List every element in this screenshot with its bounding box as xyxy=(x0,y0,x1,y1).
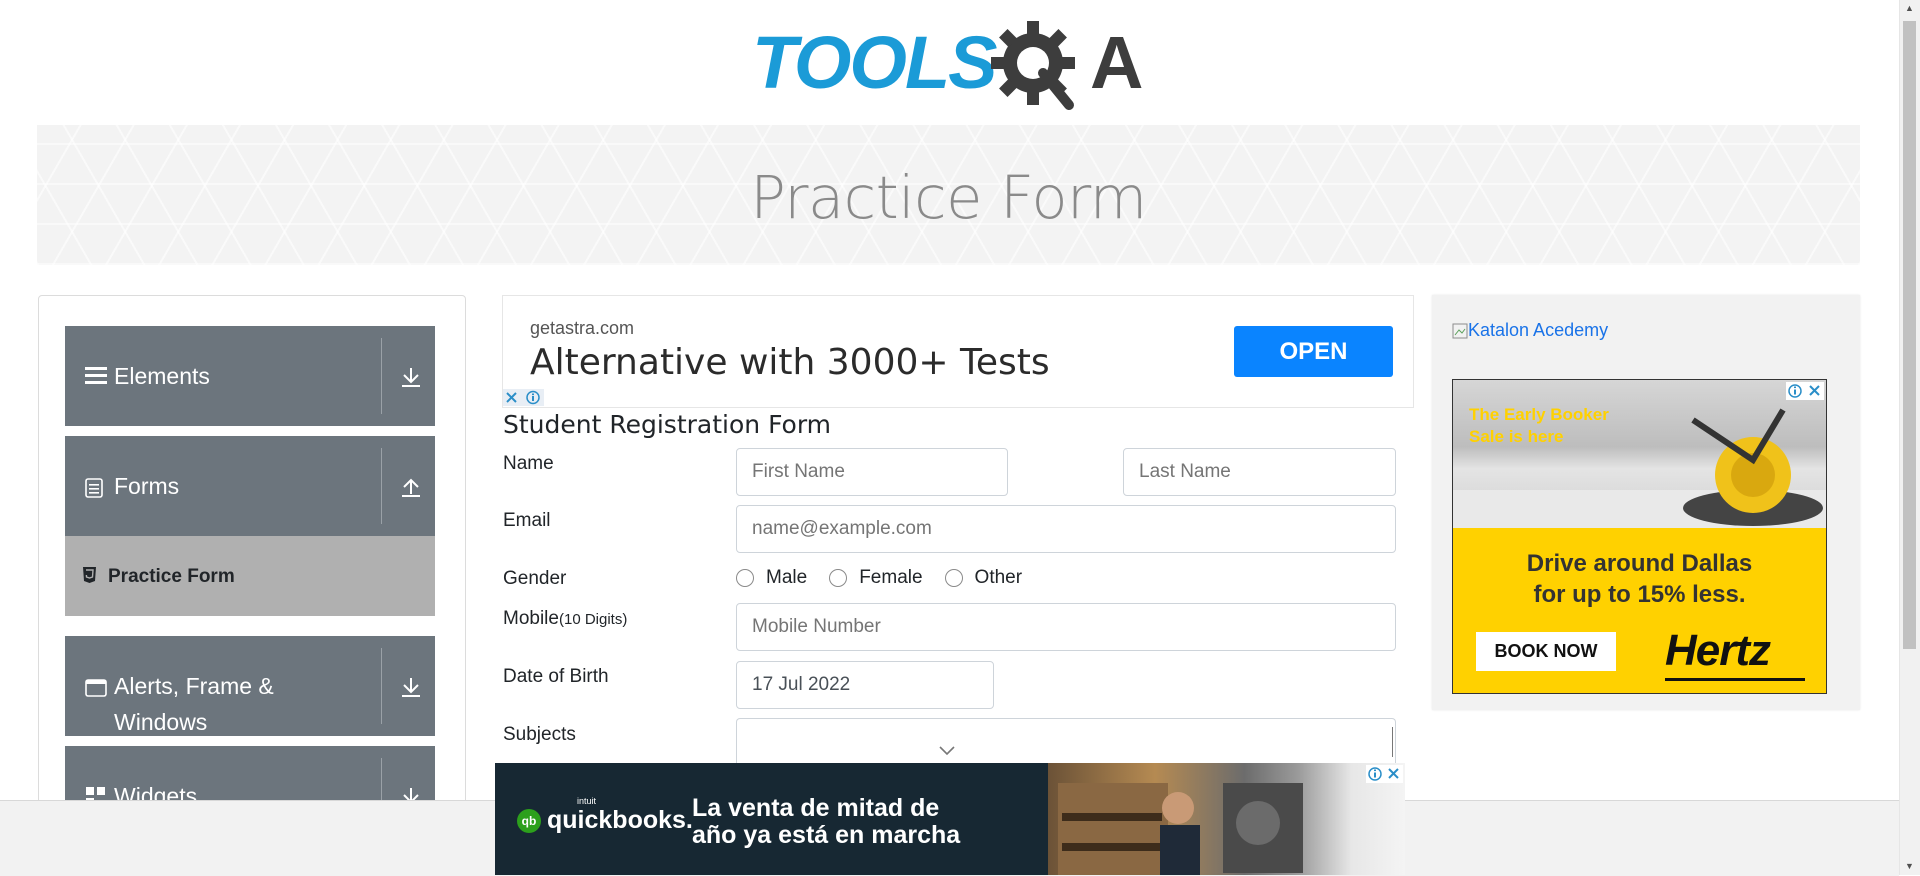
sidebar-group-alerts[interactable]: Alerts, Frame & Windows xyxy=(65,636,435,736)
scrollbar-thumb[interactable] xyxy=(1903,21,1916,649)
radio-circle[interactable] xyxy=(736,569,754,587)
mobile-label: Mobile(10 Digits) xyxy=(503,608,627,630)
divider xyxy=(381,758,382,800)
page-banner: Practice Form xyxy=(37,125,1860,265)
sidebar-item-practice-form[interactable]: Practice Form xyxy=(65,536,435,616)
shop-photo xyxy=(1048,763,1405,875)
sidebar-item-label: Practice Form xyxy=(108,566,235,587)
ad-banner-top[interactable]: getastra.com Alternative with 3000+ Test… xyxy=(502,295,1414,408)
radio-circle[interactable] xyxy=(829,569,848,587)
gender-radio-male[interactable]: Male xyxy=(736,567,807,589)
mobile-label-text: Mobile xyxy=(503,608,559,629)
adchoices-icon[interactable] xyxy=(1366,765,1403,788)
toolsqa-logo[interactable]: TOOLS A TOOLSQA xyxy=(750,18,1155,114)
gender-label: Gender xyxy=(503,568,567,589)
sidebar-group-label: Alerts, Frame & xyxy=(114,673,274,699)
download-arrow-icon xyxy=(400,676,422,703)
hertz-headline: Drive around Dallas for up to 15% less. xyxy=(1453,548,1826,610)
gender-radio-other[interactable]: Other xyxy=(944,567,1023,589)
svg-text:A: A xyxy=(1090,21,1143,104)
scroll-up-arrow-icon[interactable]: ▲ xyxy=(1899,0,1920,17)
ad-banner-bottom[interactable]: qb intuit quickbooks. La venta de mitad … xyxy=(495,763,1405,875)
sidebar-group-label: Forms xyxy=(114,473,180,499)
ad-sidebar-right[interactable]: Katalon Acedemy The Early Booker Sale is… xyxy=(1432,295,1860,710)
email-input[interactable]: name@example.com xyxy=(736,505,1396,553)
radio-label: Female xyxy=(859,567,923,588)
quickbooks-logo: qb intuit quickbooks. xyxy=(517,796,693,835)
sidebar-group-forms[interactable]: Forms xyxy=(65,436,435,536)
gender-radio-group: Male Female Other xyxy=(736,567,1044,589)
upload-arrow-icon xyxy=(400,476,422,503)
mobile-input[interactable]: Mobile Number xyxy=(736,603,1396,651)
subjects-input[interactable] xyxy=(736,718,1396,766)
adchoices-icon[interactable] xyxy=(1786,382,1824,405)
hertz-headline-line2: for up to 15% less. xyxy=(1533,581,1746,608)
widgets-icon xyxy=(85,786,107,800)
scroll-down-arrow-icon[interactable]: ▼ xyxy=(1899,858,1920,875)
ad-open-button[interactable]: OPEN xyxy=(1234,326,1393,377)
adchoices-icon[interactable] xyxy=(503,389,544,411)
quickbooks-icon: qb xyxy=(517,808,541,833)
sidebar-group-elements[interactable]: Elements xyxy=(65,326,435,426)
subjects-label: Subjects xyxy=(503,724,576,745)
window-icon xyxy=(85,678,107,703)
quickbooks-text: quickbooks. xyxy=(547,806,693,834)
sidebar-group-widgets[interactable]: Widgets xyxy=(65,746,435,800)
divider xyxy=(381,448,382,524)
dob-value: 17 Jul 2022 xyxy=(752,674,851,695)
download-arrow-icon xyxy=(400,786,422,800)
email-placeholder: name@example.com xyxy=(752,518,932,539)
first-name-input[interactable]: First Name xyxy=(736,448,1008,496)
quickbooks-headline: La venta de mitad de año ya está en marc… xyxy=(692,795,960,849)
document-icon xyxy=(85,478,103,503)
katalon-alt-text: Katalon Acedemy xyxy=(1468,320,1609,340)
logo-text: TOOLSQA xyxy=(1155,18,1156,19)
mobile-hint: (10 Digits) xyxy=(558,611,628,628)
first-name-placeholder: First Name xyxy=(752,461,845,482)
qb-headline-line1: La venta de mitad de xyxy=(692,794,940,822)
intuit-text: intuit xyxy=(577,796,597,806)
divider xyxy=(381,648,382,724)
ad-headline: Alternative with 3000+ Tests xyxy=(530,342,1050,383)
hamburger-icon xyxy=(85,366,107,391)
broken-image-icon xyxy=(1452,323,1468,338)
hertz-offer-panel: Drive around Dallas for up to 15% less. … xyxy=(1453,528,1826,693)
qb-headline-line2: año ya está en marcha xyxy=(692,821,961,849)
radio-label: Other xyxy=(974,567,1023,588)
hertz-headline-line1: Drive around Dallas xyxy=(1526,550,1753,577)
download-arrow-icon xyxy=(400,366,422,393)
last-name-placeholder: Last Name xyxy=(1139,461,1231,482)
beach-photo: The Early Booker Sale is here xyxy=(1453,380,1826,528)
radio-circle[interactable] xyxy=(944,569,963,587)
hertz-logo: Hertz xyxy=(1665,626,1771,675)
name-label: Name xyxy=(503,453,554,474)
page-title: Practice Form xyxy=(750,163,1147,232)
mobile-placeholder: Mobile Number xyxy=(752,616,881,637)
chevron-down-icon[interactable] xyxy=(938,741,956,763)
sidebar-group-label-line2: Windows xyxy=(114,709,208,735)
katalon-image-link[interactable]: Katalon Acedemy xyxy=(1452,320,1608,341)
radio-label: Male xyxy=(766,567,808,588)
book-now-button[interactable]: BOOK NOW xyxy=(1476,632,1616,671)
hertz-ad[interactable]: The Early Booker Sale is here Drive arou… xyxy=(1452,379,1827,694)
sidebar-group-label: Elements xyxy=(114,363,210,389)
dob-input[interactable]: 17 Jul 2022 xyxy=(736,661,994,709)
early-booker-line2: Sale is here xyxy=(1469,427,1564,446)
svg-text:TOOLS: TOOLS xyxy=(752,21,997,104)
gender-radio-female[interactable]: Female xyxy=(829,567,923,589)
sidebar-group-label: Widgets xyxy=(114,783,198,800)
dob-label: Date of Birth xyxy=(503,666,609,687)
form-title: Student Registration Form xyxy=(503,410,832,439)
html5-icon xyxy=(82,566,97,589)
early-booker-line1: The Early Booker xyxy=(1469,405,1609,424)
ad-domain: getastra.com xyxy=(530,318,635,338)
divider xyxy=(381,338,382,414)
input-cursor xyxy=(1392,727,1393,757)
hertz-early-booker: The Early Booker Sale is here xyxy=(1469,404,1609,448)
hertz-underline xyxy=(1665,678,1805,681)
email-label: Email xyxy=(503,510,551,531)
last-name-input[interactable]: Last Name xyxy=(1123,448,1396,496)
